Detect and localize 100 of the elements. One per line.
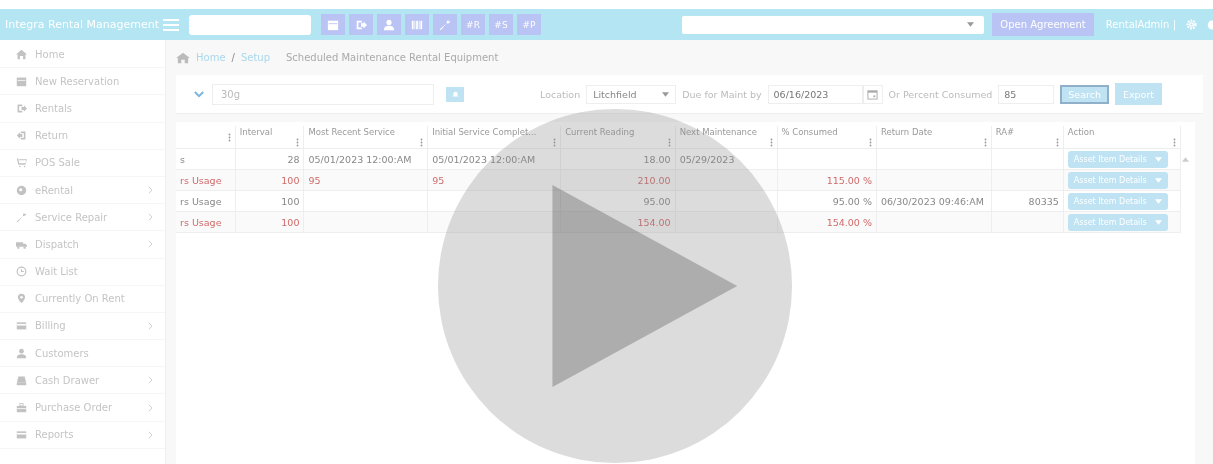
- menu-item-icon: [16, 374, 27, 386]
- chevron-right-icon: [148, 403, 153, 412]
- sidebar-item[interactable]: Service Repair: [0, 204, 165, 232]
- table-cell: 05/01/2023 12:00:AM: [308, 153, 412, 165]
- chevron-right-icon: [148, 213, 153, 222]
- breadcrumb-link[interactable]: Home: [196, 52, 226, 63]
- menu-item-icon: [16, 184, 27, 196]
- table-row[interactable]: rs Usage 100 95 95 210.00 115.00 % Asset Item Details: [176, 169, 1195, 191]
- kebab-icon[interactable]: [296, 137, 300, 148]
- quick-button[interactable]: #S: [489, 14, 513, 35]
- sidebar-item[interactable]: Home: [0, 41, 165, 69]
- settings-icon[interactable]: [1186, 19, 1197, 30]
- calendar-button[interactable]: [862, 84, 883, 104]
- chevron-right-icon: [148, 240, 153, 249]
- barcode-button[interactable]: [405, 14, 429, 35]
- search-field[interactable]: [189, 14, 311, 35]
- kebab-icon[interactable]: [420, 137, 424, 148]
- sign-in-button[interactable]: [349, 14, 373, 35]
- asset-details-button[interactable]: Asset Item Details: [1067, 192, 1168, 210]
- sidebar-item[interactable]: Wait List: [0, 258, 165, 286]
- table-cell: 210.00: [637, 174, 671, 186]
- caret-icon: [662, 91, 670, 97]
- sign-in-icon: [355, 18, 367, 31]
- app-title: Integra Rental Management: [5, 18, 159, 31]
- breadcrumb-link[interactable]: Setup: [240, 52, 270, 63]
- kebab-icon[interactable]: [227, 131, 231, 143]
- column-header[interactable]: Return Date: [880, 127, 933, 137]
- sidebar-item[interactable]: eRental: [0, 176, 165, 205]
- column-header[interactable]: Action: [1067, 127, 1095, 137]
- column-header[interactable]: Next Maintenance: [679, 127, 757, 137]
- asset-details-button[interactable]: Asset Item Details: [1067, 171, 1168, 189]
- menu-item-icon: [16, 48, 27, 60]
- sidebar-item[interactable]: Customers: [0, 340, 165, 368]
- menu-icon[interactable]: [163, 17, 179, 32]
- menu-item-icon: [16, 320, 27, 332]
- chevron-right-icon: [148, 430, 153, 439]
- column-header[interactable]: RA#: [995, 127, 1015, 137]
- chevron-down-icon[interactable]: [194, 90, 204, 98]
- menu-item-icon: [16, 293, 27, 305]
- caret-icon: [1154, 198, 1162, 204]
- kebab-icon[interactable]: [1055, 137, 1059, 148]
- table-cell: 100: [281, 174, 300, 186]
- column-header[interactable]: Initial Service Complet...: [432, 127, 537, 137]
- wrench-button[interactable]: [433, 14, 457, 35]
- kebab-icon[interactable]: [983, 137, 987, 148]
- column-header[interactable]: % Consumed: [781, 127, 838, 137]
- quick-button[interactable]: #R: [461, 14, 485, 35]
- caret-icon: [1154, 156, 1162, 162]
- agreement-select[interactable]: [682, 15, 985, 34]
- kebab-icon[interactable]: [1173, 137, 1177, 148]
- column-header[interactable]: Current Reading: [565, 127, 635, 137]
- asset-details-button[interactable]: Asset Item Details: [1067, 150, 1168, 168]
- kebab-icon[interactable]: [868, 137, 872, 148]
- sidebar-item[interactable]: New Reservation: [0, 68, 165, 96]
- page-title: Scheduled Maintenance Rental Equipment: [286, 52, 499, 63]
- kebab-icon[interactable]: [769, 137, 773, 148]
- table-row[interactable]: rs Usage 100 154.00 154.00 % Asset Item Details: [176, 211, 1195, 233]
- alert-button[interactable]: [446, 86, 464, 102]
- sidebar-item[interactable]: Reports: [0, 421, 165, 449]
- table-cell: 154.00: [637, 216, 671, 228]
- open-agreement-button[interactable]: Open Agreement: [992, 13, 1094, 36]
- location-select[interactable]: Litchfield: [586, 84, 677, 104]
- calendar-button[interactable]: [321, 14, 345, 35]
- asset-details-button[interactable]: Asset Item Details: [1067, 213, 1168, 231]
- percent-field[interactable]: 85: [998, 84, 1055, 104]
- search-button[interactable]: Search: [1060, 84, 1109, 104]
- table-cell: s: [180, 153, 185, 165]
- table-cell: 154.00 %: [826, 216, 872, 228]
- sidebar-item[interactable]: Purchase Order: [0, 394, 165, 422]
- date-field[interactable]: 06/16/2023: [767, 84, 863, 104]
- user-icon: [383, 18, 395, 31]
- column-header[interactable]: Interval: [239, 127, 273, 137]
- wrench-icon: [439, 18, 451, 31]
- sidebar-item[interactable]: Return: [0, 122, 165, 150]
- location-label: Location: [540, 88, 581, 100]
- quick-button[interactable]: #P: [517, 14, 541, 35]
- table-cell: 95.00 %: [832, 195, 872, 207]
- sidebar-item[interactable]: Cash Drawer: [0, 367, 165, 395]
- table-cell: 95.00: [643, 195, 671, 207]
- sidebar-item[interactable]: Rentals: [0, 95, 165, 123]
- home-icon[interactable]: [176, 51, 190, 64]
- column-header[interactable]: Most Recent Service: [308, 127, 395, 137]
- scroll-up-icon[interactable]: [1182, 156, 1190, 162]
- sidebar-item[interactable]: Dispatch: [0, 231, 165, 259]
- search-field[interactable]: 30g: [212, 83, 434, 105]
- export-button[interactable]: Export: [1114, 83, 1163, 105]
- sidebar-item[interactable]: POS Sale: [0, 149, 165, 177]
- table-cell: 18.00: [643, 153, 671, 165]
- table-cell: 80335: [1028, 195, 1059, 207]
- due-date-label: Due for Maint by: [682, 88, 762, 100]
- table-row[interactable]: rs Usage 100 95.00 95.00 % 06/30/2023 09:46:AM 80335 Asset Item Details: [176, 190, 1195, 212]
- user-button[interactable]: [377, 14, 401, 35]
- menu-item-icon: [16, 266, 27, 278]
- table-cell: 100: [281, 216, 300, 228]
- sidebar-item[interactable]: Currently On Rent: [0, 285, 165, 313]
- table-row[interactable]: s 28 05/01/2023 12:00:AM 05/01/2023 12:00:AM 18.00 05/29/2023 Asset Item Details: [176, 148, 1195, 170]
- menu-item-icon: [16, 429, 27, 441]
- user-name[interactable]: RentalAdmin |: [1105, 19, 1176, 30]
- table-cell: 115.00 %: [826, 174, 872, 186]
- sidebar-item[interactable]: Billing: [0, 312, 165, 341]
